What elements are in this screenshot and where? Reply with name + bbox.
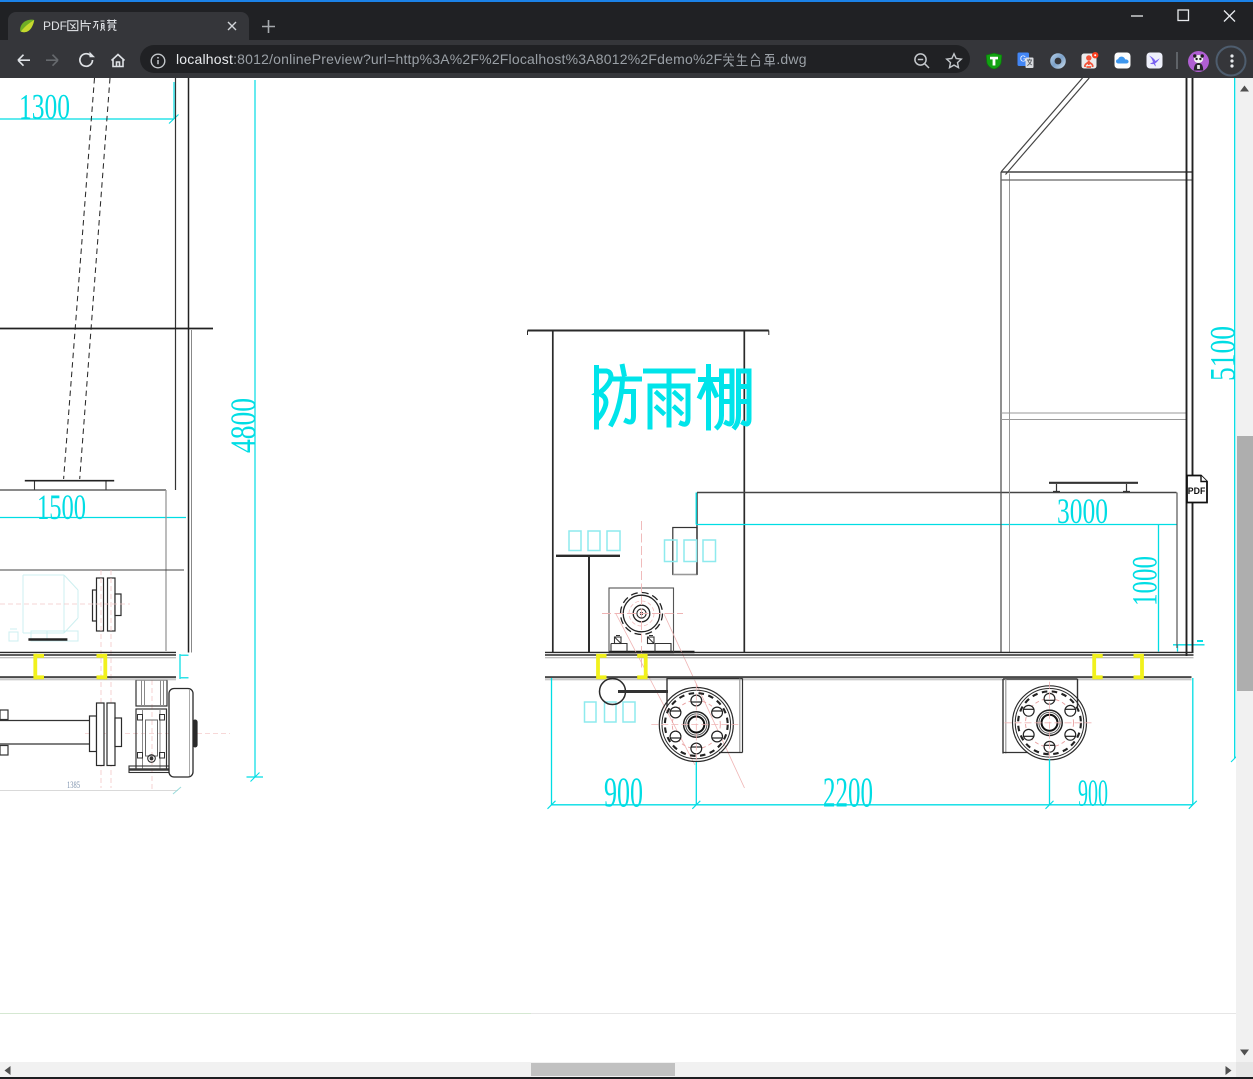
- svg-text:900: 900: [1078, 773, 1108, 815]
- svg-text:G: G: [1020, 55, 1026, 64]
- svg-text:1385: 1385: [67, 780, 80, 790]
- svg-text:4800: 4800: [223, 398, 263, 453]
- svg-text:2200: 2200: [823, 771, 873, 817]
- svg-text:1300: 1300: [19, 87, 70, 127]
- svg-text:900: 900: [604, 771, 643, 817]
- svg-text:PDF: PDF: [1188, 486, 1206, 497]
- svg-text:1500: 1500: [37, 487, 86, 527]
